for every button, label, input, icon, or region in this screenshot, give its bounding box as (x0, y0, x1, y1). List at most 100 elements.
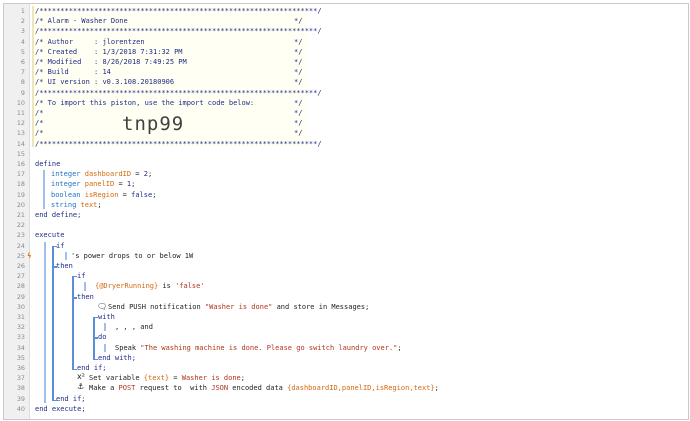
statement-end: ; (97, 200, 102, 209)
http-text: encoded data (228, 384, 288, 393)
line-text: then (77, 292, 94, 302)
then-keyword: then (56, 262, 73, 270)
comment-label: /* Build : (35, 68, 103, 77)
code-line: 15 (4, 149, 688, 159)
assignment-operator: = (114, 180, 127, 189)
line-number: 20 (16, 200, 25, 209)
piston-name: Alarm - Washer Done (47, 17, 128, 26)
push-tail: and store in Messages; (272, 302, 370, 311)
code-line: 24 if (4, 241, 688, 251)
comment-value: jlorentzen (102, 37, 145, 46)
assignment-operator: = (131, 170, 144, 179)
line-number: 13 (16, 129, 25, 138)
line-text: , , , and (115, 322, 153, 332)
line-number: 11 (16, 109, 25, 117)
anchor-icon: ⚓ (77, 382, 85, 392)
code-line: 23 execute (4, 230, 688, 240)
code-line: 33 do (4, 332, 688, 342)
execute-keyword: execute (35, 231, 65, 240)
comment-label: /* Created : (35, 47, 103, 56)
line-text: define (35, 159, 60, 169)
code-line: 28 {@DryerRunning} is 'false' (4, 281, 688, 291)
comment-text: /* (35, 119, 44, 128)
variable-name: dashboardID (84, 170, 132, 179)
push-message: "Washer is done" (204, 302, 273, 311)
block-bracket (72, 276, 77, 299)
line-text: end with; (98, 353, 136, 363)
line-number: 40 (16, 404, 25, 413)
line-number: 12 (16, 119, 25, 128)
line-text: /* (35, 108, 43, 118)
line-number: 14 (16, 139, 25, 148)
with-keyword: with (98, 313, 115, 321)
code-line: 32 , , , and (4, 322, 688, 332)
line-number: 26 (16, 262, 25, 270)
block-guide (104, 323, 106, 332)
line-number: 28 (16, 282, 25, 291)
line-number: 38 (16, 384, 25, 393)
line-text: then (56, 261, 73, 271)
comment-value: 8/26/2018 7:49:25 PM (102, 58, 187, 66)
code-line: 16 define (4, 159, 688, 169)
comment-text: /* (35, 129, 44, 138)
line-number: 30 (16, 302, 25, 311)
code-line: 8 /* UI version : v0.3.108.20180906 */ (4, 77, 688, 87)
line-text: /* To import this piston, use the import… (35, 98, 254, 108)
code-line: 7 /* Build : 14 */ (4, 67, 688, 77)
code-line: 35 end with; (4, 353, 688, 363)
line-text: /* Created : 1/3/2018 7:31:32 PM (35, 47, 183, 57)
line-number: 25 (16, 251, 25, 260)
line-number: 1 (20, 7, 25, 15)
line-number: 21 (16, 211, 25, 219)
code-line: 13 /* */ (4, 128, 688, 138)
comment-value: 14 (102, 68, 111, 77)
line-text: execute (35, 230, 65, 240)
comment-label: /* Author : (35, 37, 103, 46)
do-keyword: do (98, 333, 107, 342)
code-line: 12/* */tnp99 (4, 115, 688, 134)
line-text: /* Build : 14 (35, 67, 111, 77)
line-number: 39 (16, 394, 25, 403)
code-line: 38 Make a POST request to with JSON encod… (4, 382, 688, 393)
statement-end: ; (434, 384, 439, 393)
line-number: 10 (16, 98, 25, 107)
code-line: 1 /**************************************… (4, 6, 688, 16)
comment-stars: /***************************************… (35, 88, 322, 97)
variable-value: false (131, 190, 153, 199)
code-line: 14 /*************************************… (4, 139, 688, 149)
line-number: 33 (16, 333, 25, 342)
line-text: /* Author : jlorentzen (35, 37, 145, 47)
code-line: 37 Set variable {text} = Washer is done; x… (4, 372, 688, 383)
line-number: 9 (20, 88, 25, 97)
line-text: /* UI version : v0.3.108.20180906 (35, 77, 174, 87)
block-bracket (52, 266, 57, 401)
end-define-keyword: end define; (35, 211, 82, 219)
block-guide (84, 282, 86, 291)
line-text: 's power drops to or below 1W (71, 251, 193, 261)
line-number: 7 (20, 68, 25, 77)
line-number: 19 (16, 190, 25, 199)
line-text: /* Alarm - Washer Done (35, 16, 128, 26)
define-keyword: define (35, 160, 61, 168)
line-text: if (77, 271, 85, 281)
set-variable-action: Set variable (89, 374, 144, 383)
variable-value: Washer is done (181, 374, 241, 383)
line-number: 2 (20, 17, 25, 26)
code-line: 39 end if; (4, 394, 688, 404)
assignment-operator: = (169, 374, 182, 383)
code-line: 6 /* Modified : 8/26/2018 7:49:25 PM */ (4, 57, 688, 67)
message-icon: 🗨 (97, 301, 108, 311)
comment-value: 1/3/2018 7:31:32 PM (102, 47, 183, 56)
code-line: 36 end if; (4, 363, 688, 373)
line-text: with (98, 312, 115, 322)
line-text: boolean isRegion = false; (51, 190, 156, 200)
push-action: Send PUSH notification (108, 302, 205, 311)
block-guide (43, 170, 45, 209)
line-number: 18 (16, 180, 25, 189)
comment-close: */ (294, 47, 303, 56)
statement-end: ; (131, 180, 136, 189)
variable-type: boolean (51, 190, 81, 199)
http-data: {dashboardID,panelID,isRegion,text} (287, 384, 435, 393)
comment-close: */ (294, 17, 303, 26)
statement-end: ; (152, 190, 157, 199)
